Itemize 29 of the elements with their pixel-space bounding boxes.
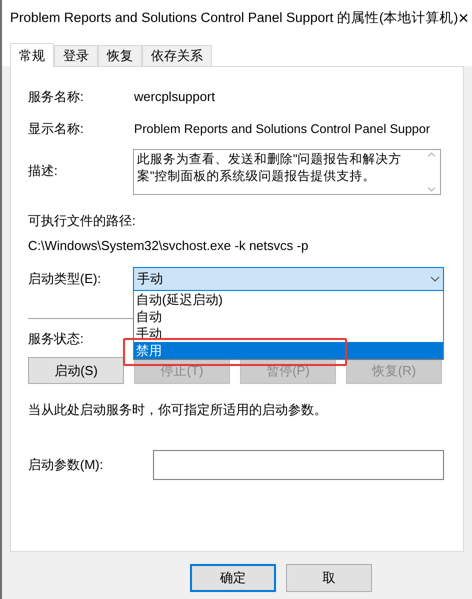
service-name-value: wercplsupport <box>134 88 215 106</box>
dropdown-option[interactable]: 自动(延迟启动) <box>134 291 443 308</box>
tab[interactable]: 登录 <box>54 45 98 66</box>
dialog-button[interactable]: 取 <box>286 564 372 592</box>
description-box[interactable]: 此服务为查看、发送和删除"问题报告和解决方案"控制面板的系统级问题报告提供支持。 <box>133 149 441 195</box>
service-button[interactable]: 启动(S) <box>28 357 124 384</box>
field-label: 服务状态: <box>28 330 84 348</box>
close-button[interactable]: × <box>458 9 469 27</box>
path-value: C:\Windows\System32\svchost.exe -k netsvcs -p <box>28 236 310 255</box>
dropdown-option[interactable]: 自动 <box>134 308 443 325</box>
startup-type-dropdown[interactable]: 手动 <box>133 267 444 291</box>
dropdown-option[interactable]: 禁用 <box>134 342 443 359</box>
scroll-down-icon[interactable] <box>427 187 436 192</box>
field-label: 启动类型(E): <box>28 270 102 288</box>
tab[interactable]: 恢复 <box>98 45 142 66</box>
field-label: 描述: <box>28 162 59 180</box>
field-label: 启动参数(M): <box>28 456 104 474</box>
display-name-value: Problem Reports and Solutions Control Panel Suppor <box>134 120 430 138</box>
dialog-button[interactable]: 确定 <box>190 564 276 592</box>
field-label: 可执行文件的路径: <box>28 212 137 230</box>
hint-text: 当从此处启动服务时，你可指定所适用的启动参数。 <box>28 401 328 419</box>
field-label: 服务名称: <box>28 88 85 106</box>
scroll-up-icon[interactable] <box>427 152 436 157</box>
tab[interactable]: 常规 <box>10 43 54 67</box>
start-parameters-field[interactable] <box>153 450 444 480</box>
field-label: 显示名称: <box>28 120 85 138</box>
window-title: Problem Reports and Solutions Control Panel Support 的属性(本地计算机) <box>10 8 458 27</box>
tab[interactable]: 依存关系 <box>142 45 212 66</box>
chevron-down-icon <box>430 276 440 282</box>
